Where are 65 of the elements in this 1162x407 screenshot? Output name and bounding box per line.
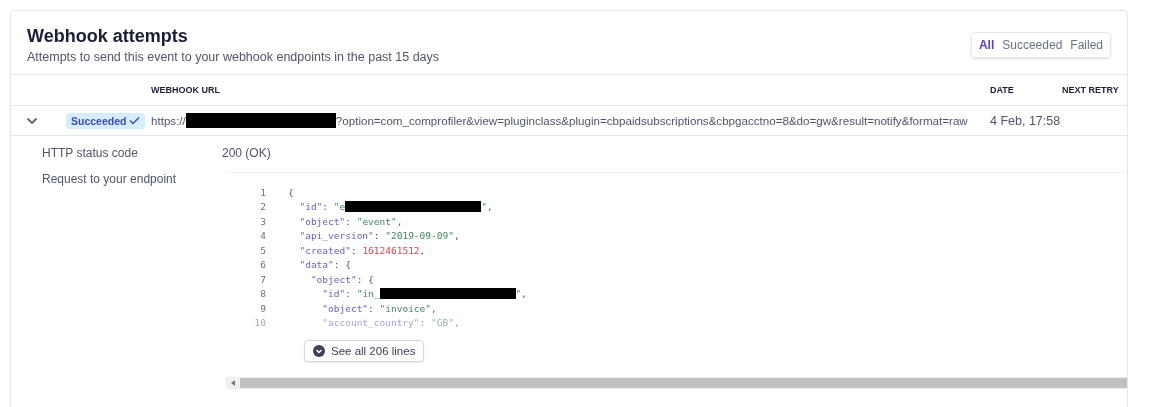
code-token: :: [419, 317, 427, 329]
code-token: "object": [321, 302, 369, 314]
code-token: ,: [431, 302, 437, 314]
line-number: 10: [253, 317, 266, 329]
code-token: :: [345, 215, 352, 227]
detail-label: HTTP status code: [42, 146, 139, 160]
filter-tab[interactable]: Succeeded: [999, 36, 1066, 54]
code-token: "object": [298, 215, 346, 227]
section-subtitle: Attempts to send this event to your webhook endpoints in the past 15 days: [27, 50, 440, 64]
code-token: "object": [309, 273, 357, 285]
code-token: ,: [521, 288, 527, 300]
line-number: 7: [259, 273, 266, 285]
line-number: 2: [259, 201, 266, 213]
code-token: "invoice": [379, 302, 431, 314]
line-number: 8: [259, 288, 266, 300]
scroll-left-icon[interactable]: [230, 380, 236, 386]
filter-tab[interactable]: Failed: [1067, 36, 1106, 54]
code-token: "api_version": [298, 230, 374, 242]
detail-value: 200 (OK): [222, 146, 272, 160]
code-token: ,: [486, 201, 493, 213]
column-header: DATE: [990, 85, 1015, 95]
code-token: "id": [321, 288, 346, 300]
code-token: ,: [453, 230, 460, 242]
chevron-circle-icon: [313, 345, 325, 357]
code-token: "e: [333, 201, 346, 213]
line-number: 9: [259, 302, 266, 314]
filter-tab[interactable]: All: [975, 36, 998, 54]
code-token: :: [322, 201, 330, 213]
chevron-icon[interactable]: [26, 116, 38, 125]
line-number: 1: [259, 186, 266, 198]
horizontal-scrollbar[interactable]: [226, 377, 1127, 389]
url-text: ?option=com_comprofiler&view=pluginclass&plugin=cbpaidsubscriptions&cbpgacctno=8&do=gw&result=notify&format=raw: [335, 114, 968, 127]
code-token: "created": [298, 244, 351, 256]
code-token: "account_country": [321, 317, 420, 329]
code-token: : {: [333, 259, 351, 271]
code-token: ,: [453, 317, 460, 329]
section-title: Webhook attempts: [27, 26, 189, 47]
code-token: "data": [298, 259, 334, 271]
code-token: "in_: [356, 288, 380, 300]
line-number: 6: [259, 259, 266, 271]
detail-label: Request to your endpoint: [42, 172, 178, 186]
code-token: {: [288, 186, 294, 198]
line-number: 5: [259, 244, 266, 256]
line-number: 4: [259, 230, 266, 242]
code-token: ,: [396, 215, 403, 227]
status-badge: Succeeded: [66, 112, 146, 129]
code-token: ": [481, 201, 487, 213]
line-number: 3: [259, 215, 266, 227]
code-token: :: [350, 244, 358, 256]
column-header: WEBHOOK URL: [151, 85, 221, 95]
code-token: :: [373, 230, 381, 242]
column-header: NEXT RETRY: [1062, 85, 1120, 95]
code-token: :: [368, 302, 375, 314]
code-token: 1612461512: [362, 244, 420, 256]
code-token: ": [515, 288, 522, 300]
date-cell: 4 Feb, 17:58: [990, 113, 1062, 128]
code-token: "GB": [431, 317, 454, 329]
url-text: https://: [151, 114, 186, 127]
code-token: "2019-09-09": [385, 230, 454, 242]
code-token: "id": [298, 201, 323, 213]
code-token: : {: [356, 273, 374, 285]
code-token: "event": [356, 215, 397, 227]
code-token: ,: [419, 244, 426, 256]
code-token: :: [345, 288, 352, 300]
see-all-lines-button[interactable]: See all 206 lines: [304, 340, 425, 362]
